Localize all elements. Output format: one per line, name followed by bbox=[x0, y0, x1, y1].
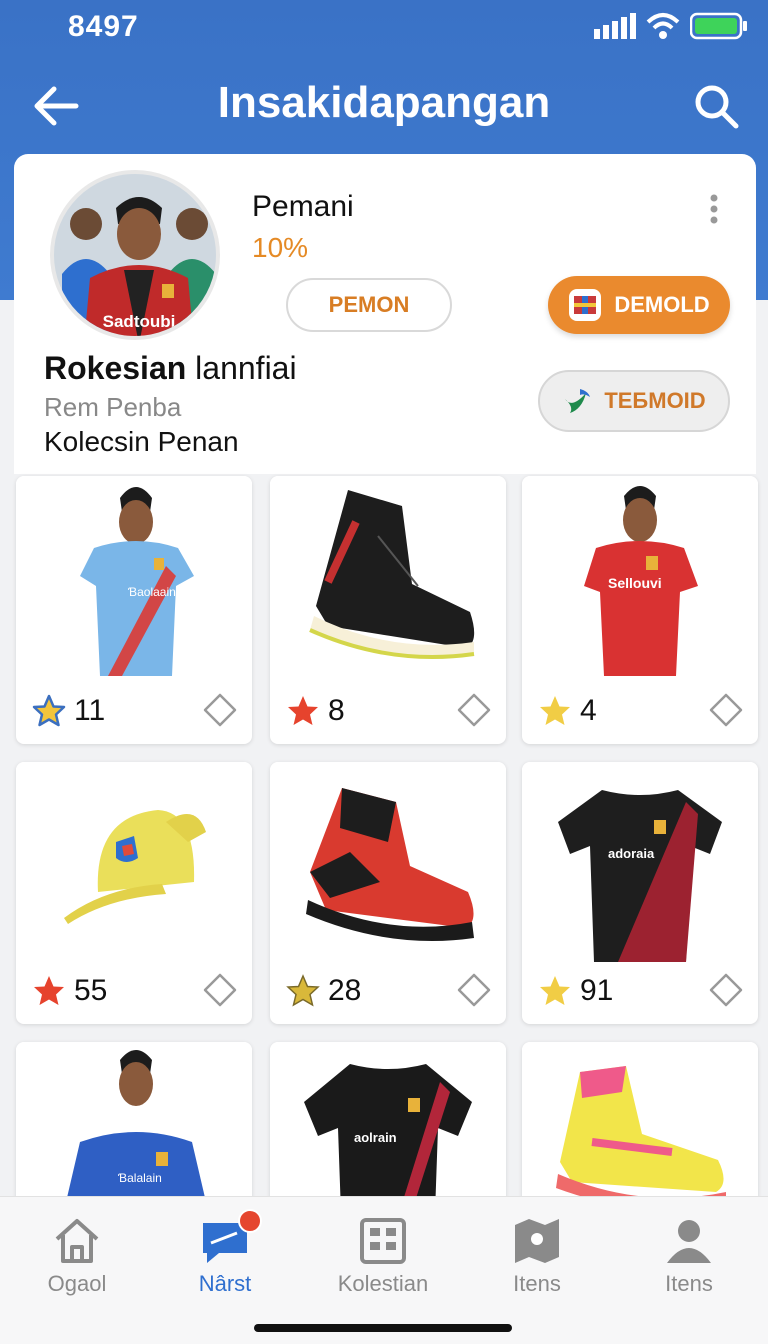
card-count: 11 bbox=[74, 694, 106, 727]
svg-text:Sellouvi: Sellouvi bbox=[608, 575, 662, 591]
svg-text:aolrain: aolrain bbox=[354, 1130, 397, 1145]
card-count: 91 bbox=[580, 974, 614, 1007]
product-image-blue-jersey-player: Ɓaolaain bbox=[16, 476, 252, 676]
nav-item-messages[interactable]: Nârst bbox=[150, 1197, 300, 1307]
nav-item-profile[interactable]: Itens bbox=[614, 1197, 764, 1307]
diamond-icon[interactable] bbox=[456, 972, 492, 1008]
star-icon bbox=[34, 976, 64, 1005]
bottom-navigation: Ogaol Nârst Kolestian Itens Itens bbox=[0, 1196, 768, 1344]
tebmoid-label: TEБMOID bbox=[604, 388, 706, 413]
home-indicator bbox=[254, 1324, 512, 1332]
profile-title-bold: Rokesian bbox=[44, 350, 187, 386]
nav-item-collection[interactable]: Kolestian bbox=[308, 1197, 458, 1307]
product-card[interactable]: 8 bbox=[270, 476, 506, 744]
star-icon bbox=[286, 974, 320, 1007]
avatar-jersey-text: Sadtoubi bbox=[102, 312, 176, 331]
page-title: Insakidapangan bbox=[217, 78, 551, 127]
product-image-yellow-cap bbox=[16, 762, 252, 962]
status-icons bbox=[594, 12, 748, 40]
profile-percent: 10% bbox=[252, 232, 309, 263]
product-image-blue-jersey-player: Ɓalalain bbox=[16, 1042, 252, 1212]
product-card[interactable]: Sellouvi 4 bbox=[522, 476, 758, 744]
tebmoid-button[interactable]: TEБMOID bbox=[538, 370, 730, 432]
product-card[interactable]: Ɓalalain bbox=[16, 1042, 252, 1212]
nav-item-items[interactable]: Itens bbox=[462, 1197, 612, 1307]
nav-label: Nârst bbox=[198, 1271, 252, 1296]
product-image-black-shoe bbox=[270, 476, 506, 676]
signal-icon bbox=[594, 13, 636, 39]
search-button[interactable] bbox=[690, 80, 742, 132]
profile-collection: Kolecsin Penan bbox=[44, 426, 239, 457]
diamond-icon[interactable] bbox=[456, 692, 492, 728]
svg-text:Ɓaolaain: Ɓaolaain bbox=[128, 585, 176, 599]
battery-icon bbox=[690, 12, 747, 40]
nav-label: Kolestian bbox=[337, 1271, 429, 1296]
bird-icon bbox=[565, 389, 591, 413]
profile-card: Sadtoubi Pemani 10% PEMON DEMOLD Rokesia… bbox=[14, 154, 756, 474]
demold-label: DEMOLD bbox=[614, 292, 710, 317]
product-image-black-red-jersey: adoraia bbox=[522, 762, 758, 962]
star-icon bbox=[32, 694, 66, 727]
diamond-icon[interactable] bbox=[202, 972, 238, 1008]
product-card[interactable]: adoraia 91 bbox=[522, 762, 758, 1024]
svg-text:adoraia: adoraia bbox=[608, 846, 655, 861]
product-image-black-jersey: aolrain bbox=[270, 1042, 506, 1212]
profile-subtitle: Rem Penba bbox=[44, 392, 182, 422]
diamond-icon[interactable] bbox=[202, 692, 238, 728]
map-icon bbox=[515, 1219, 559, 1263]
nav-label: Itens bbox=[665, 1271, 713, 1296]
product-card[interactable]: 28 bbox=[270, 762, 506, 1024]
card-count: 4 bbox=[580, 694, 597, 727]
nav-label: Itens bbox=[513, 1271, 561, 1296]
pemon-button[interactable]: PEMON bbox=[286, 278, 452, 332]
kebab-menu-icon bbox=[710, 194, 718, 224]
product-image-yellow-shoe bbox=[522, 1042, 758, 1212]
star-icon bbox=[288, 696, 318, 725]
demold-button[interactable]: DEMOLD bbox=[548, 276, 730, 334]
status-time: 8497 bbox=[68, 10, 139, 43]
product-image-red-shoe bbox=[270, 762, 506, 962]
profile-icon bbox=[667, 1220, 711, 1263]
home-icon bbox=[55, 1219, 99, 1263]
card-count: 8 bbox=[328, 694, 345, 727]
product-card[interactable]: 55 bbox=[16, 762, 252, 1024]
product-card[interactable]: aolrain bbox=[270, 1042, 506, 1212]
diamond-icon[interactable] bbox=[708, 972, 744, 1008]
wifi-icon bbox=[646, 13, 680, 39]
notification-badge bbox=[238, 1209, 262, 1233]
profile-name: Pemani bbox=[252, 190, 354, 223]
product-card[interactable]: Ɓaolaain 11 bbox=[16, 476, 252, 744]
star-icon bbox=[540, 696, 570, 725]
profile-title-rest: lannfiai bbox=[186, 350, 297, 386]
badge-icon bbox=[569, 289, 602, 321]
svg-text:Ɓalalain: Ɓalalain bbox=[118, 1171, 162, 1185]
diamond-icon[interactable] bbox=[708, 692, 744, 728]
card-count: 55 bbox=[74, 974, 108, 1007]
grid-icon bbox=[360, 1218, 406, 1264]
nav-label: Ogaol bbox=[47, 1271, 107, 1296]
profile-title: Rokesian lannfiai bbox=[44, 350, 297, 387]
card-count: 28 bbox=[328, 974, 362, 1007]
avatar[interactable]: Sadtoubi bbox=[50, 170, 220, 340]
more-options-button[interactable] bbox=[704, 194, 724, 224]
product-card[interactable] bbox=[522, 1042, 758, 1212]
nav-item-home[interactable]: Ogaol bbox=[2, 1197, 152, 1307]
star-icon bbox=[540, 976, 570, 1005]
product-image-red-jersey-player: Sellouvi bbox=[522, 476, 758, 676]
search-icon bbox=[695, 85, 739, 129]
